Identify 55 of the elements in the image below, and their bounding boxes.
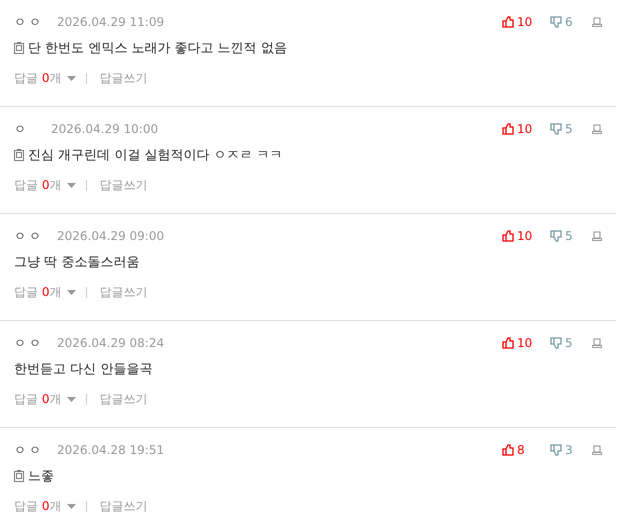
comment-text: 그냥 딱 중소돌스러움 xyxy=(14,254,140,271)
report-icon[interactable] xyxy=(592,17,602,27)
comment-text: 진심 개구린데 이걸 실험적이다 ㅇㅈㄹ ㅋㅋ xyxy=(28,147,283,164)
thumbs-up-icon[interactable] xyxy=(502,123,514,135)
write-reply-link[interactable]: 답글쓰기 xyxy=(99,498,148,515)
author-name: ㅇㅇ xyxy=(14,442,44,458)
comment-date: 2026.04.29 08:24 xyxy=(57,336,166,350)
caret-icon[interactable] xyxy=(67,397,76,402)
reply-count[interactable]: 답글 0개 xyxy=(14,391,62,408)
caret-icon[interactable] xyxy=(67,76,76,81)
comment-date: 2026.04.29 09:00 xyxy=(57,229,166,243)
thumbs-up-icon[interactable] xyxy=(502,16,514,28)
like-count: 10 xyxy=(517,229,532,243)
author-name: ㅇㅇ xyxy=(14,334,44,352)
thumbs-up-icon[interactable] xyxy=(502,337,514,349)
like-count: 8 xyxy=(517,443,525,457)
thumbs-down-icon[interactable] xyxy=(550,16,562,28)
dislike-count: 5 xyxy=(565,122,573,136)
dislike-count: 5 xyxy=(565,336,573,350)
reply-count[interactable]: 답글 0개 xyxy=(14,498,62,515)
write-reply-link[interactable]: 답글쓰기 xyxy=(99,177,148,194)
reply-count[interactable]: 답글 0개 xyxy=(14,284,62,301)
like-count: 10 xyxy=(517,15,532,29)
author-name: ㅇㅇ xyxy=(14,14,44,30)
comment-text: 단 한번도 엔믹스 노래가 좋다고 느낀적 없음 xyxy=(28,40,287,57)
thumbs-down-icon[interactable] xyxy=(550,444,562,456)
comment-date: 2026.04.29 11:09 xyxy=(57,15,166,29)
dislike-count: 6 xyxy=(565,15,573,29)
comment-date: 2026.04.28 19:51 xyxy=(57,443,166,457)
thumbs-down-icon[interactable] xyxy=(550,123,562,135)
thumbs-down-icon[interactable] xyxy=(550,230,562,242)
report-icon[interactable] xyxy=(592,124,602,134)
caret-icon[interactable] xyxy=(67,290,76,295)
reply-count[interactable]: 답글 0개 xyxy=(14,177,62,194)
write-reply-link[interactable]: 답글쓰기 xyxy=(99,70,148,87)
thumbs-up-icon[interactable] xyxy=(502,444,514,456)
author-name: ㅇ xyxy=(14,120,30,138)
thumbs-up-icon[interactable] xyxy=(502,230,514,242)
caret-icon[interactable] xyxy=(67,504,76,509)
report-icon[interactable] xyxy=(592,338,602,348)
reply-count[interactable]: 답글 0개 xyxy=(14,70,62,87)
caret-icon[interactable] xyxy=(67,183,76,188)
report-icon[interactable] xyxy=(592,231,602,241)
comment-text: 느좋 xyxy=(28,468,54,485)
comment-text: 한번듣고 다신 안들을곡 xyxy=(14,361,152,378)
like-count: 10 xyxy=(517,336,532,350)
report-icon[interactable] xyxy=(592,445,602,455)
author-name: ㅇㅇ xyxy=(14,228,44,244)
comment-date: 2026.04.29 10:00 xyxy=(51,122,160,136)
write-reply-link[interactable]: 답글쓰기 xyxy=(99,391,148,408)
dislike-count: 3 xyxy=(565,443,573,457)
write-reply-link[interactable]: 답글쓰기 xyxy=(99,284,148,301)
dislike-count: 5 xyxy=(565,229,573,243)
like-count: 10 xyxy=(517,122,532,136)
thumbs-down-icon[interactable] xyxy=(550,337,562,349)
